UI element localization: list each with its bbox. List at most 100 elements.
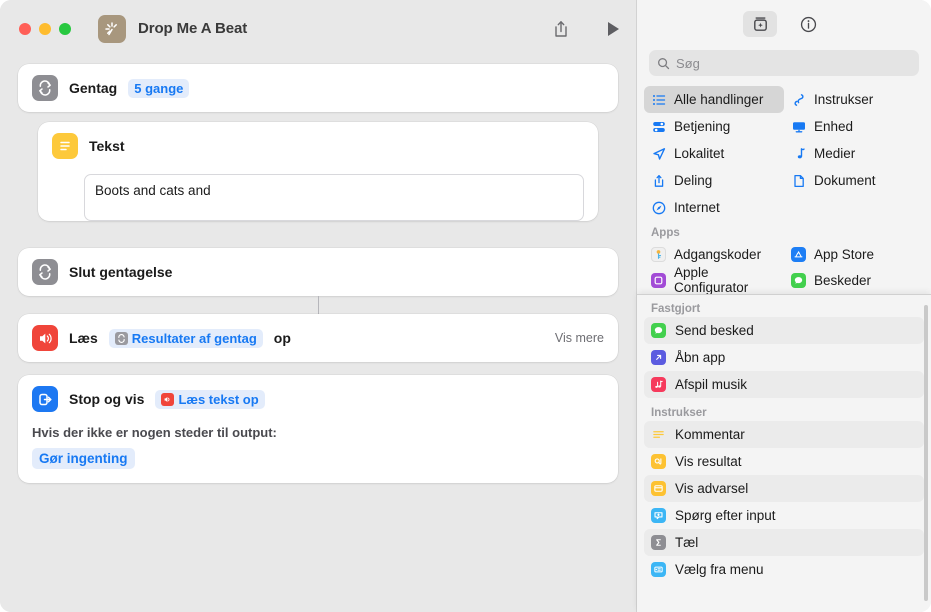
output-source-token[interactable]: Læs tekst op [155, 389, 265, 409]
action-header: Læs Resultater af gentag op Vis mere [18, 314, 618, 362]
action-card-repeat[interactable]: Gentag 5 gange [18, 64, 618, 112]
category-label: Lokalitet [674, 146, 725, 161]
text-input-field[interactable]: Boots and cats and [84, 174, 584, 221]
no-output-label: Hvis der ikke er nogen steder til output… [32, 425, 277, 440]
comment-icon [651, 427, 666, 442]
category-deling[interactable]: Deling [644, 167, 784, 194]
action-title: Stop og vis [69, 391, 145, 407]
list-item-label: Kommentar [675, 427, 745, 442]
category-label: Alle handlinger [674, 92, 764, 107]
action-header: Gentag 5 gange [18, 64, 618, 112]
count-icon [651, 535, 666, 550]
speaker-icon [32, 325, 58, 351]
list-item-abn-app[interactable]: Åbn app [644, 344, 924, 371]
action-title-prefix: Læs [69, 330, 98, 346]
quicklook-icon [651, 454, 666, 469]
list-item-label: Send besked [675, 323, 754, 338]
repeat-icon [32, 259, 58, 285]
scripting-icon [791, 93, 807, 107]
action-header: Slut gentagelse [18, 248, 618, 296]
app-item-apple-configurator[interactable]: Apple Configurator [644, 265, 784, 295]
category-alle-handlinger[interactable]: Alle handlinger [644, 86, 784, 113]
messages-icon [651, 323, 666, 338]
minimize-button[interactable] [39, 22, 51, 35]
action-card-stop-and-output[interactable]: Stop og vis Læs tekst op Hvis der ikke e… [18, 375, 618, 483]
list-item-sporg-efter-input[interactable]: Spørg efter input [644, 502, 924, 529]
repeat-count-token[interactable]: 5 gange [128, 78, 190, 98]
pinned-list: Send besked Åbn app Afspil musik [637, 317, 931, 398]
category-label: Dokument [814, 173, 876, 188]
zoom-button[interactable] [59, 22, 71, 35]
share-icon[interactable] [548, 16, 574, 42]
category-enhed[interactable]: Enhed [784, 113, 924, 140]
action-title: Slut gentagelse [69, 264, 173, 280]
token-label: Resultater af gentag [131, 330, 257, 346]
popover-scrollbar[interactable] [924, 305, 928, 601]
show-more-button[interactable]: Vis mere [555, 331, 604, 345]
action-card-end-repeat[interactable]: Slut gentagelse [18, 248, 618, 296]
list-item-label: Spørg efter input [675, 508, 776, 523]
list-item-vis-resultat[interactable]: Vis resultat [644, 448, 924, 475]
list-item-label: Afspil musik [675, 377, 748, 392]
actions-popover: Fastgjort Send besked Åbn app Afspil mus… [637, 294, 931, 612]
action-card-text[interactable]: Tekst Boots and cats and [38, 122, 598, 221]
app-item-app-store[interactable]: App Store [784, 241, 924, 267]
action-title: Tekst [89, 138, 125, 154]
info-tab[interactable] [791, 11, 825, 37]
app-label: Apple Configurator [674, 265, 749, 295]
list-item-kommentar[interactable]: Kommentar [644, 421, 924, 448]
app-label: Beskeder [814, 272, 872, 288]
action-header: Tekst [38, 122, 598, 170]
speaker-icon [161, 392, 175, 406]
titlebar-actions [548, 0, 626, 57]
list-item-tael[interactable]: Tæl [644, 529, 924, 556]
list-item-vaelg-fra-menu[interactable]: Vælg fra menu [644, 556, 924, 583]
inspector-tabs [637, 0, 931, 48]
titlebar: Drop Me A Beat [0, 0, 636, 57]
search-input[interactable]: Søg [676, 56, 700, 71]
action-card-speak[interactable]: Læs Resultater af gentag op Vis mere [18, 314, 618, 362]
category-instrukser[interactable]: Instrukser [784, 86, 924, 113]
category-medier[interactable]: Medier [784, 140, 924, 167]
controls-icon [651, 120, 667, 134]
run-icon[interactable] [600, 16, 626, 42]
repeat-icon [32, 75, 58, 101]
app-item-adgangskoder[interactable]: Adgangskoder [644, 241, 784, 267]
apps-grid: Adgangskoder App Store Apple Configurato… [644, 241, 924, 295]
category-label: Instrukser [814, 92, 874, 107]
list-item-label: Vælg fra menu [675, 562, 764, 577]
list-bullet-icon [651, 93, 667, 107]
document-icon [791, 174, 807, 188]
category-betjening[interactable]: Betjening [644, 113, 784, 140]
search-bar[interactable]: Søg [649, 50, 919, 76]
display-icon [791, 120, 807, 134]
list-item-vis-advarsel[interactable]: Vis advarsel [644, 475, 924, 502]
action-connector [317, 296, 319, 314]
scripting-list: Kommentar Vis resultat Vis advarsel Spør… [637, 421, 931, 583]
list-item-send-besked[interactable]: Send besked [644, 317, 924, 344]
category-lokalitet[interactable]: Lokalitet [644, 140, 784, 167]
app-label: App Store [814, 246, 875, 262]
traffic-lights [19, 22, 71, 35]
shortcuts-icon [98, 14, 126, 43]
category-dokument[interactable]: Dokument [784, 167, 924, 194]
appstore-icon [791, 246, 806, 262]
music-icon [651, 377, 666, 392]
safari-compass-icon [651, 201, 667, 215]
list-item-label: Vis advarsel [675, 481, 749, 496]
app-item-beskeder[interactable]: Beskeder [784, 267, 924, 293]
alert-icon [651, 481, 666, 496]
open-app-icon [651, 350, 666, 365]
list-item-afspil-musik[interactable]: Afspil musik [644, 371, 924, 398]
no-output-option[interactable]: Gør ingenting [32, 448, 135, 469]
window-title: Drop Me A Beat [138, 20, 248, 37]
configurator-icon [651, 272, 666, 288]
location-arrow-icon [651, 147, 667, 161]
actions-library-tab[interactable] [743, 11, 777, 37]
stop-output-icon [32, 386, 58, 412]
text-icon [52, 133, 78, 159]
close-button[interactable] [19, 22, 31, 35]
magic-variable-token[interactable]: Resultater af gentag [108, 328, 263, 348]
category-label: Betjening [674, 119, 731, 134]
category-internet[interactable]: Internet [644, 194, 784, 221]
